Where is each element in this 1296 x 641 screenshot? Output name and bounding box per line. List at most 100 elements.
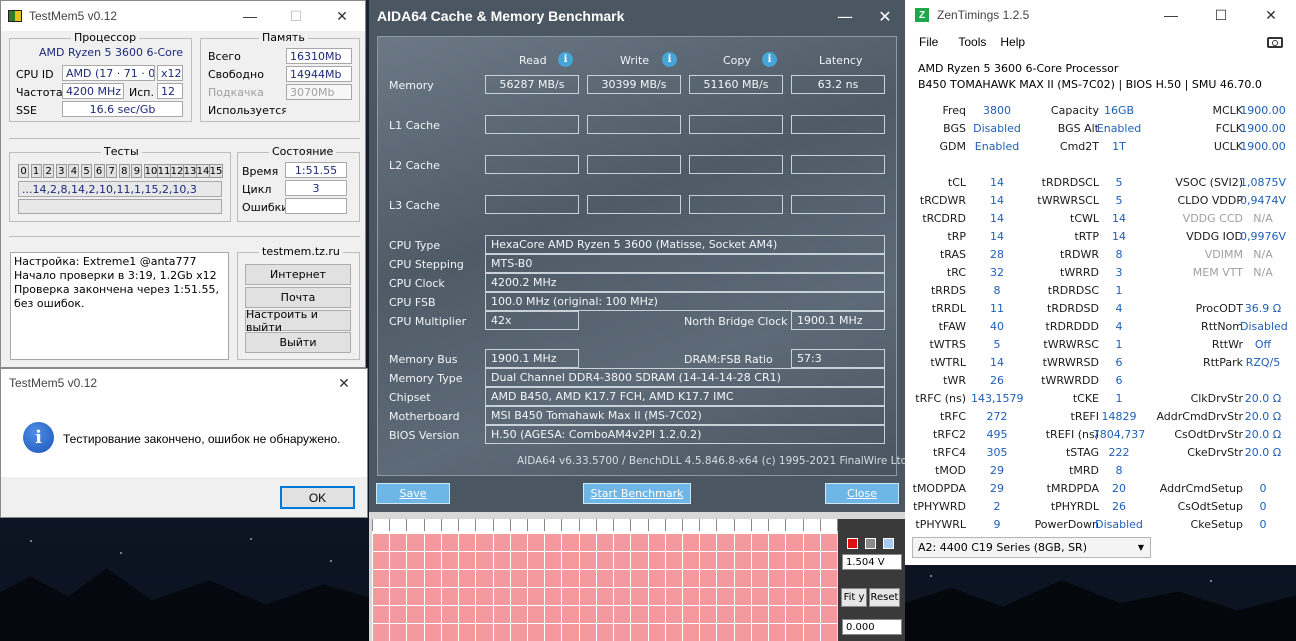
- internet-button[interactable]: Интернет: [245, 264, 351, 285]
- log-line: Настройка: Extreme1 @anta777: [14, 255, 197, 268]
- timing-value: 14829: [1101, 410, 1137, 423]
- graph-grid-cell: [683, 534, 700, 551]
- timing-value: 20.0 Ω: [1244, 410, 1282, 423]
- gray-color-swatch[interactable]: [865, 538, 876, 549]
- maximize-button[interactable]: ☐: [273, 1, 319, 31]
- memory-module-select[interactable]: A2: 4400 C19 Series (8GB, SR) ▼: [912, 537, 1151, 558]
- aida-close-footer-button[interactable]: Close: [825, 483, 899, 504]
- timing-label: tRDRDSD: [1047, 302, 1099, 315]
- graph-grid-cell: [700, 552, 717, 569]
- menu-tools[interactable]: Tools: [958, 35, 986, 49]
- chipset-label: Chipset: [389, 391, 431, 404]
- dialog-close-button[interactable]: ✕: [321, 368, 367, 398]
- l3-read-field: [485, 195, 579, 214]
- timing-label: tRFC (ns): [915, 392, 966, 405]
- read-info-icon[interactable]: i: [558, 52, 573, 67]
- graph-grid-cell: [683, 606, 700, 623]
- write-info-icon[interactable]: i: [662, 52, 677, 67]
- cpu-multiplier-label: CPU Multiplier: [389, 315, 467, 328]
- graph-grid-cell: [441, 552, 459, 569]
- l1-write-field: [587, 115, 681, 134]
- graph-grid-cell: [665, 588, 682, 605]
- timing-label: tPHYWRL: [915, 518, 966, 531]
- memory-module-value: A2: 4400 C19 Series (8GB, SR): [918, 541, 1087, 554]
- graph-tick: [716, 519, 718, 531]
- result-dialog: TestMem5 v0.12 ✕ i Тестирование закончен…: [0, 368, 368, 518]
- graph-grid-cell: [769, 534, 786, 551]
- timing-value: 5: [1115, 194, 1123, 207]
- timing-value: 9: [993, 518, 1001, 531]
- graph-grid-cell: [596, 588, 614, 605]
- memory-read-field: 56287 MB/s: [485, 75, 579, 94]
- zentimings-window: Z ZenTimings 1.2.5 — ☐ ✕ File Tools Help…: [905, 0, 1296, 565]
- used-threads-field[interactable]: 12: [157, 83, 183, 99]
- graph-tick: [389, 519, 391, 531]
- graph-tick: [733, 519, 735, 531]
- timing-value: 8: [1115, 248, 1123, 261]
- graph-tick: [613, 519, 615, 531]
- close-button[interactable]: ✕: [319, 1, 365, 31]
- copy-info-icon[interactable]: i: [762, 52, 777, 67]
- timing-value: 7804,737: [1092, 428, 1146, 441]
- aida-close-button[interactable]: ✕: [865, 7, 905, 26]
- reset-button[interactable]: Reset: [869, 588, 900, 607]
- freq-label: Частота: [16, 86, 63, 99]
- timing-value: N/A: [1253, 266, 1273, 279]
- graph-canvas: [372, 519, 838, 641]
- graph-grid-cell: [786, 588, 803, 605]
- graph-grid-cell: [562, 570, 579, 587]
- graph-grid-cell: [579, 606, 596, 623]
- timing-label: tRCDWR: [919, 194, 966, 207]
- zen-board-info: B450 TOMAHAWK MAX II (MS-7C02) | BIOS H.…: [918, 78, 1262, 91]
- total-field: 16310Mb: [286, 48, 352, 64]
- memory-group-title: Память: [259, 31, 308, 44]
- mail-button[interactable]: Почта: [245, 287, 351, 308]
- zen-logo-icon: Z: [915, 8, 929, 22]
- timing-label: tRFC4: [933, 446, 966, 459]
- timing-value: Disabled: [973, 122, 1021, 135]
- save-button[interactable]: Save: [376, 483, 450, 504]
- memory-latency-field: 63.2 ns: [791, 75, 885, 94]
- graph-grid-cell: [510, 588, 527, 605]
- graph-grid-cell: [769, 588, 786, 605]
- graph-value-field: 0.000: [842, 619, 902, 635]
- aida-minimize-button[interactable]: —: [825, 7, 865, 26]
- configure-exit-button[interactable]: Настроить и выйти: [245, 308, 351, 334]
- chipset-field: AMD B450, AMD K17.7 FCH, AMD K17.7 IMC: [485, 387, 885, 406]
- timing-value: 14: [990, 356, 1004, 369]
- minimize-button[interactable]: —: [227, 1, 273, 31]
- zen-close-button[interactable]: ✕: [1246, 0, 1296, 30]
- graph-grid-cell: [820, 552, 837, 569]
- graph-grid-cell: [424, 570, 441, 587]
- graph-grid-cell: [476, 570, 493, 587]
- timing-label: tRTP: [1074, 230, 1099, 243]
- graph-grid-cell: [424, 552, 441, 569]
- exit-button[interactable]: Выйти: [245, 332, 351, 353]
- testmem-titlebar: TestMem5 v0.12 — ☐ ✕: [1, 1, 365, 31]
- graph-grid-cell: [579, 552, 596, 569]
- cpu-clock-field: 4200.2 MHz: [485, 273, 885, 292]
- swap-field: 3070Mb: [286, 84, 352, 100]
- timing-label: tWR: [943, 374, 966, 387]
- log-textarea[interactable]: Настройка: Extreme1 @anta777 Начало пров…: [10, 252, 229, 360]
- graph-grid-cell: [614, 552, 631, 569]
- timing-value: 14: [990, 212, 1004, 225]
- blue-color-swatch[interactable]: [883, 538, 894, 549]
- graph-grid-cell: [820, 570, 837, 587]
- menu-help[interactable]: Help: [1000, 35, 1025, 49]
- timing-value: 0,9474V: [1240, 194, 1287, 207]
- graph-grid-cell: [390, 624, 407, 641]
- zen-minimize-button[interactable]: —: [1146, 0, 1196, 30]
- zen-maximize-button[interactable]: ☐: [1196, 0, 1246, 30]
- menu-file[interactable]: File: [919, 35, 938, 49]
- graph-grid-cell: [734, 552, 751, 569]
- ok-button[interactable]: OK: [280, 486, 355, 509]
- camera-icon[interactable]: [1267, 36, 1283, 48]
- graph-grid-cell: [786, 570, 803, 587]
- red-color-swatch[interactable]: [847, 538, 858, 549]
- fit-y-button[interactable]: Fit y: [841, 588, 867, 607]
- bios-field: H.50 (AGESA: ComboAM4v2PI 1.2.0.2): [485, 425, 885, 444]
- start-benchmark-button[interactable]: Start Benchmark: [583, 483, 691, 504]
- graph-grid-cell: [751, 588, 769, 605]
- timing-value: 495: [986, 428, 1008, 441]
